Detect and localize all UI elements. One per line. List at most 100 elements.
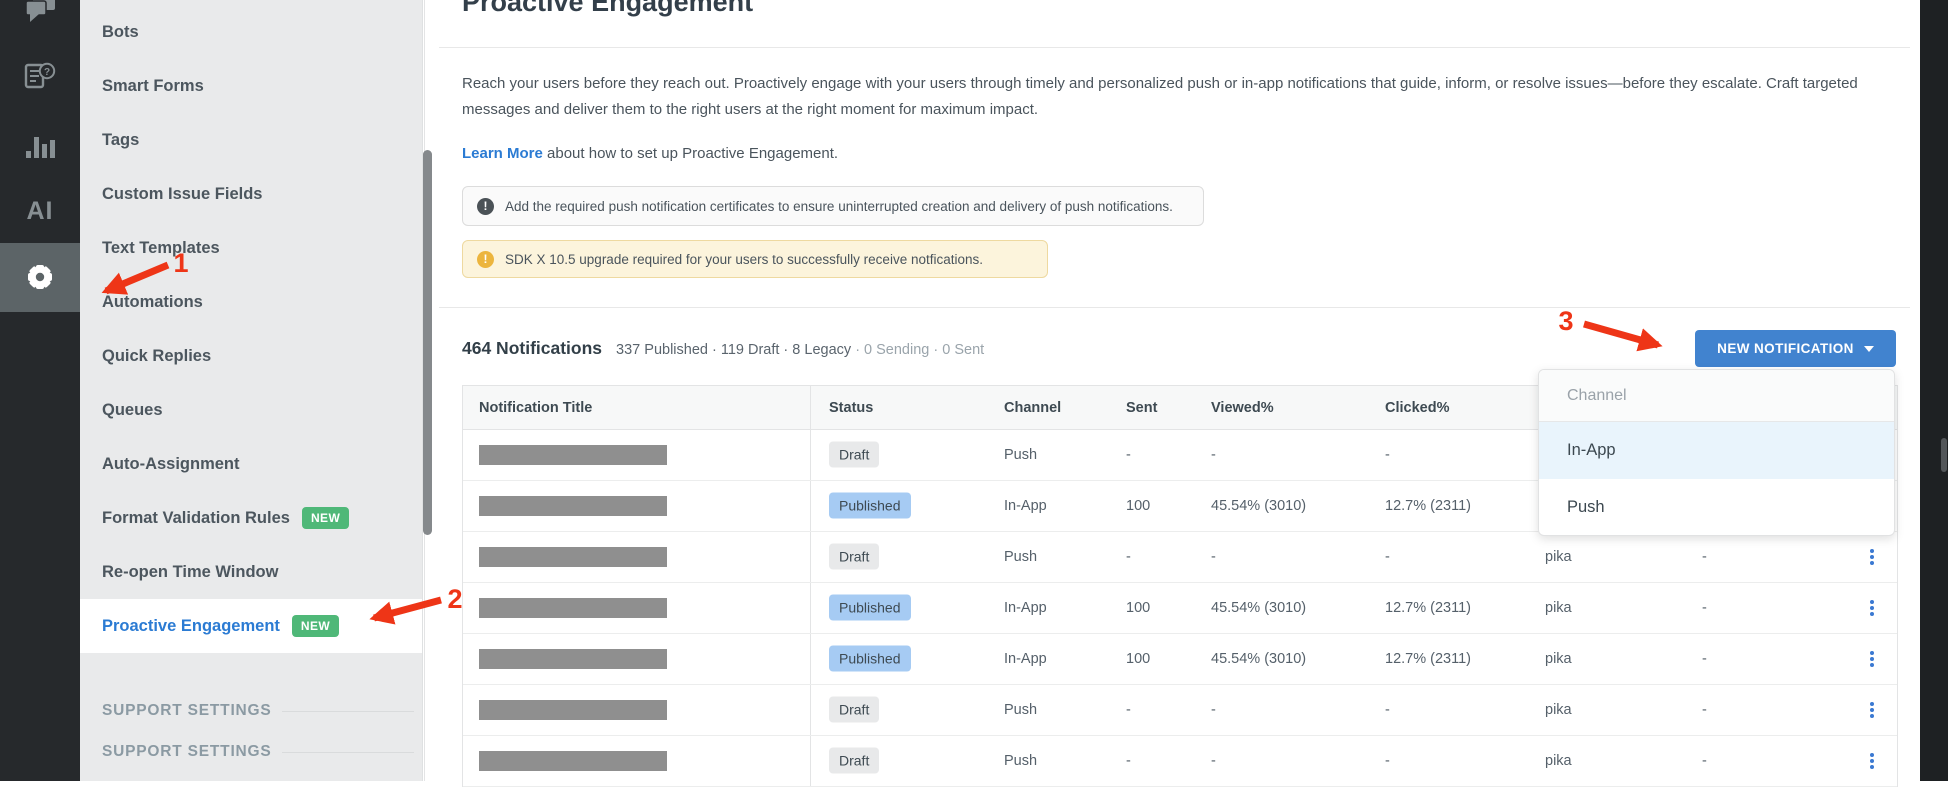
column-header: Sent — [1126, 399, 1158, 416]
cell-sent: 100 — [1126, 600, 1151, 616]
table-row[interactable]: Published In-App 100 45.54% (3010) 12.7% (23… — [463, 634, 1897, 685]
cell-channel: In-App — [1004, 651, 1047, 667]
cell-viewed: - — [1211, 447, 1216, 463]
column-divider — [810, 481, 811, 531]
sidebar-scrollbar[interactable] — [423, 150, 432, 535]
column-divider — [810, 583, 811, 633]
sidebar-item-label: Tags — [102, 130, 140, 149]
sidebar-item-label: Automations — [102, 292, 203, 311]
status-badge: Draft — [829, 543, 880, 570]
stats-muted: · 0 Sending · 0 Sent — [855, 342, 985, 358]
cell-col7: - — [1702, 753, 1707, 769]
sidebar-item-tags[interactable]: Tags — [80, 113, 422, 167]
sidebar-item-text-templates[interactable]: Text Templates — [80, 221, 422, 275]
sidebar-item-custom-issue-fields[interactable]: Custom Issue Fields — [80, 167, 422, 221]
sidebar-item-quick-replies[interactable]: Quick Replies — [80, 329, 422, 383]
sidebar-item-smart-forms[interactable]: Smart Forms — [80, 59, 422, 113]
sidebar-item-label: Smart Forms — [102, 76, 204, 95]
right-scrollbar-thumb[interactable] — [1941, 438, 1947, 472]
learn-more-row: Learn More about how to set up Proactive… — [462, 145, 838, 162]
section-header-label: SUPPORT SETTINGS — [102, 743, 272, 760]
alert-text: Add the required push notification certi… — [505, 198, 1173, 214]
chat-icon[interactable] — [0, 0, 80, 27]
sidebar-item-auto-assignment[interactable]: Auto-Assignment — [80, 437, 422, 491]
cell-clicked: - — [1385, 447, 1390, 463]
column-divider — [810, 430, 811, 480]
page-description: Reach your users before they reach out. … — [462, 75, 1858, 118]
section-header-label: SUPPORT SETTINGS — [102, 702, 272, 719]
push-certificates-alert: ! Add the required push notification cer… — [462, 186, 1204, 226]
status-badge: Draft — [829, 441, 880, 468]
column-divider — [810, 386, 811, 429]
section-divider — [439, 307, 1910, 308]
cell-sent: - — [1126, 702, 1131, 718]
dropdown-option-in-app[interactable]: In-App — [1539, 422, 1894, 479]
kebab-menu-icon[interactable] — [1867, 648, 1877, 670]
kebab-menu-icon[interactable] — [1867, 597, 1877, 619]
cell-viewed: - — [1211, 549, 1216, 565]
new-notification-label: NEW NOTIFICATION — [1717, 341, 1854, 356]
cell-channel: In-App — [1004, 600, 1047, 616]
chat-icon — [25, 0, 55, 22]
notifications-count: 464 Notifications — [462, 338, 603, 358]
sidebar-item-label: Bots — [102, 22, 139, 41]
sidebar-item-queues[interactable]: Queues — [80, 383, 422, 437]
sidebar-item-label: Auto-Assignment — [102, 454, 240, 473]
kebab-menu-icon[interactable] — [1867, 546, 1877, 568]
cell-creator: pika — [1545, 549, 1572, 565]
table-row[interactable]: Published In-App 100 45.54% (3010) 12.7% (23… — [463, 583, 1897, 634]
notification-title-placeholder — [479, 445, 667, 465]
cell-clicked: - — [1385, 549, 1390, 565]
sidebar-item-bots[interactable]: Bots — [80, 5, 422, 59]
kebab-menu-icon[interactable] — [1867, 750, 1877, 772]
alert-text: SDK X 10.5 upgrade required for your use… — [505, 251, 983, 267]
cell-viewed: 45.54% (3010) — [1211, 651, 1307, 667]
dropdown-header-channel: Channel — [1539, 370, 1894, 422]
new-badge: NEW — [291, 615, 340, 637]
cell-sent: - — [1126, 447, 1131, 463]
sidebar-item-proactive-engagement[interactable]: Proactive Engagement NEW — [80, 599, 422, 653]
sidebar-item-label: Proactive Engagement — [102, 616, 280, 635]
right-edge-panel — [1920, 0, 1948, 781]
table-row[interactable]: Draft Push - - - pika - — [463, 685, 1897, 736]
cell-sent: - — [1126, 753, 1131, 769]
table-row[interactable]: Draft Push - - - pika - — [463, 736, 1897, 787]
cell-clicked: - — [1385, 753, 1390, 769]
learn-more-rest: about how to set up Proactive Engagement… — [542, 145, 839, 162]
sidebar-item-label: Quick Replies — [102, 346, 212, 365]
table-row[interactable]: Draft Push - - - pika - — [463, 532, 1897, 583]
ai-icon[interactable]: AI — [0, 196, 80, 226]
sidebar-item-label: Format Validation Rules — [102, 508, 290, 527]
notifications-summary: 464 Notifications 337 Published · 119 Dr… — [462, 338, 984, 359]
column-header: Notification Title — [479, 399, 593, 416]
dropdown-option-push[interactable]: Push — [1539, 479, 1894, 535]
exclamation-icon: ! — [477, 250, 494, 268]
gear-icon — [28, 265, 52, 289]
status-badge: Draft — [829, 696, 880, 723]
new-notification-button[interactable]: NEW NOTIFICATION — [1695, 330, 1896, 367]
cell-sent: - — [1126, 549, 1131, 565]
notification-title-placeholder — [479, 649, 667, 669]
status-badge: Published — [829, 492, 911, 519]
faq-icon[interactable]: ? — [0, 60, 80, 94]
kebab-menu-icon[interactable] — [1867, 699, 1877, 721]
sdk-upgrade-alert: ! SDK X 10.5 upgrade required for your u… — [462, 240, 1048, 278]
new-badge: NEW — [301, 507, 350, 529]
learn-more-link[interactable]: Learn More — [462, 145, 543, 162]
settings-icon[interactable] — [0, 260, 80, 294]
faq-icon: ? — [24, 62, 56, 89]
column-divider — [810, 532, 811, 582]
sidebar-item-automations[interactable]: Automations — [80, 275, 422, 329]
section-header-rule — [281, 751, 414, 753]
sidebar-item-label: Text Templates — [102, 238, 220, 257]
title-divider — [439, 47, 1910, 48]
analytics-icon[interactable] — [0, 131, 80, 161]
cell-clicked: - — [1385, 702, 1390, 718]
sidebar-item-format-validation-rules[interactable]: Format Validation Rules NEW — [80, 491, 422, 545]
cell-clicked: 12.7% (2311) — [1385, 651, 1471, 667]
sidebar-item-re-open-time-window[interactable]: Re-open Time Window — [80, 545, 422, 599]
notifications-stats: 337 Published · 119 Draft · 8 Legacy · 0… — [616, 342, 984, 358]
column-header: Channel — [1004, 399, 1062, 416]
notification-title-placeholder — [479, 598, 667, 618]
chevron-down-icon — [1863, 345, 1874, 352]
